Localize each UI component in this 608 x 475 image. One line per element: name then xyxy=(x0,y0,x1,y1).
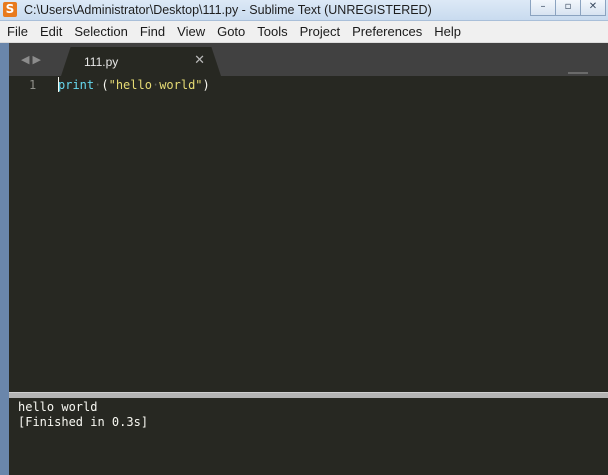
menu-bar: File Edit Selection Find View Goto Tools… xyxy=(0,21,608,43)
menu-project[interactable]: Project xyxy=(295,21,347,42)
tab-111-py[interactable]: 111.py ✕ xyxy=(61,47,221,76)
token-string-text: "hello xyxy=(108,78,152,92)
token-string-end: world") xyxy=(159,78,210,92)
token-string-start: ("hello xyxy=(101,78,152,92)
tab-bar: ◀▶ 111.py ✕ xyxy=(9,43,608,76)
sublime-text-icon: S xyxy=(3,2,17,17)
menu-find[interactable]: Find xyxy=(135,21,172,42)
line-number: 1 xyxy=(29,78,37,92)
menu-help[interactable]: Help xyxy=(429,21,468,42)
code-line[interactable]: print·("hello·world") xyxy=(58,78,210,92)
menu-edit[interactable]: Edit xyxy=(35,21,69,42)
minimap-indicator xyxy=(568,72,588,74)
menu-goto[interactable]: Goto xyxy=(212,21,252,42)
menu-selection[interactable]: Selection xyxy=(69,21,134,42)
output-line: hello world xyxy=(18,400,98,414)
build-output-panel[interactable]: hello world [Finished in 0.3s] xyxy=(9,398,608,475)
menu-tools[interactable]: Tools xyxy=(252,21,294,42)
token-string-text: world" xyxy=(159,78,203,92)
tab-nav-arrows-icon[interactable]: ◀▶ xyxy=(21,53,44,66)
close-icon[interactable]: ✕ xyxy=(194,53,205,68)
window-title: C:\Users\Administrator\Desktop\111.py - … xyxy=(24,3,432,17)
output-line: [Finished in 0.3s] xyxy=(18,415,149,429)
close-window-icon[interactable]: ✕ xyxy=(580,0,606,16)
token-keyword: print xyxy=(58,78,95,92)
code-editor[interactable]: 1 print·("hello·world") xyxy=(9,76,608,392)
sublime-window: S C:\Users\Administrator\Desktop\111.py … xyxy=(0,0,608,475)
window-controls: – ▫ ✕ xyxy=(530,0,606,16)
menu-file[interactable]: File xyxy=(0,21,35,42)
menu-preferences[interactable]: Preferences xyxy=(347,21,429,42)
window-left-frame xyxy=(0,43,9,475)
token-paren-close: ) xyxy=(202,78,210,92)
menu-view[interactable]: View xyxy=(172,21,212,42)
tab-label: 111.py xyxy=(84,55,119,69)
token-paren-open: ( xyxy=(101,78,109,92)
title-bar[interactable]: S C:\Users\Administrator\Desktop\111.py … xyxy=(0,0,608,21)
minimize-icon[interactable]: – xyxy=(530,0,556,16)
maximize-icon[interactable]: ▫ xyxy=(555,0,581,16)
